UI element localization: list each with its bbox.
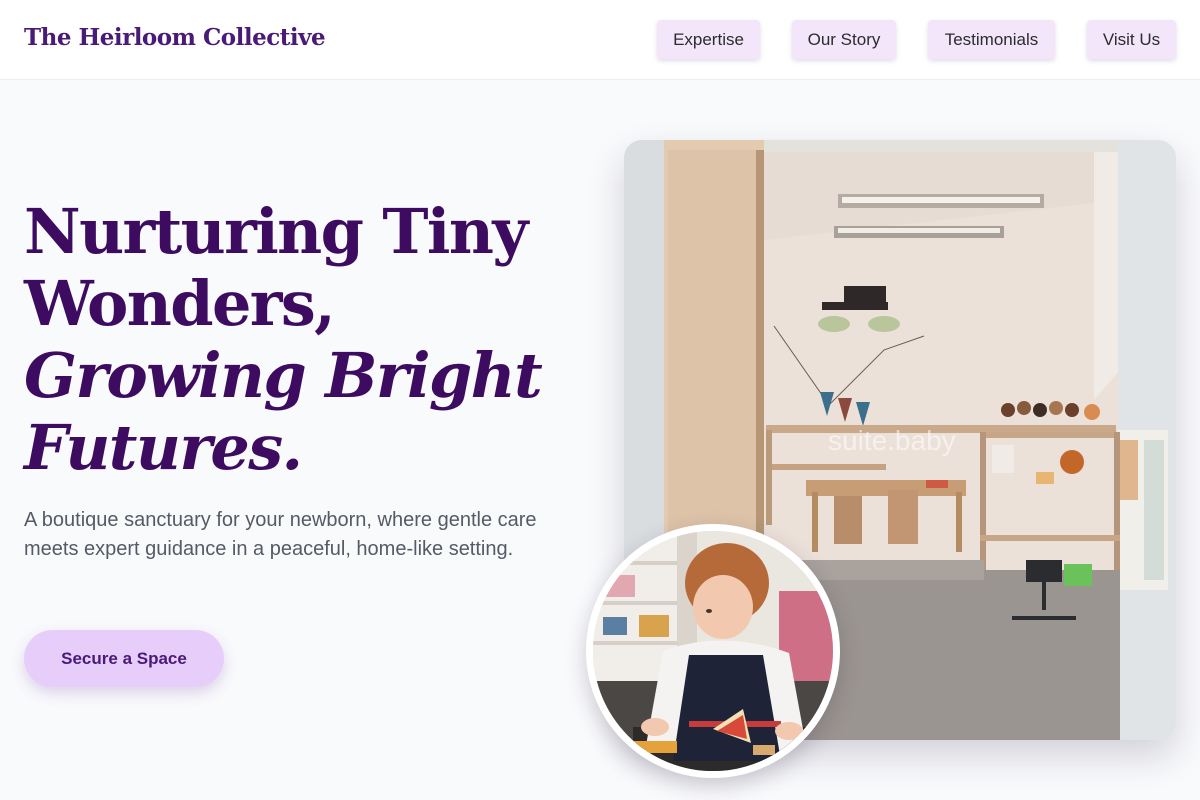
nav-visit-us-button[interactable]: Visit Us (1087, 20, 1176, 59)
nav-testimonials-button[interactable]: Testimonials (928, 20, 1055, 59)
brand-logo[interactable]: The Heirloom Collective (24, 24, 326, 51)
nav-expertise-button[interactable]: Expertise (657, 20, 760, 59)
headline-line-2: Wonders, (24, 267, 336, 340)
toddler-playing-photo (586, 524, 840, 778)
site-header: The Heirloom Collective Expertise Our St… (0, 0, 1200, 80)
headline-line-4: Futures. (24, 411, 303, 484)
headline-line-3: Growing Bright (24, 339, 543, 412)
hero-headline: Nurturing Tiny Wonders, Growing Bright F… (24, 195, 543, 484)
hero-description: A boutique sanctuary for your newborn, w… (24, 509, 537, 560)
nav-our-story-button[interactable]: Our Story (792, 20, 896, 59)
headline-line-1: Nurturing Tiny (24, 195, 528, 268)
secure-a-space-button[interactable]: Secure a Space (24, 630, 224, 687)
photo-watermark: suite.baby (828, 425, 956, 456)
